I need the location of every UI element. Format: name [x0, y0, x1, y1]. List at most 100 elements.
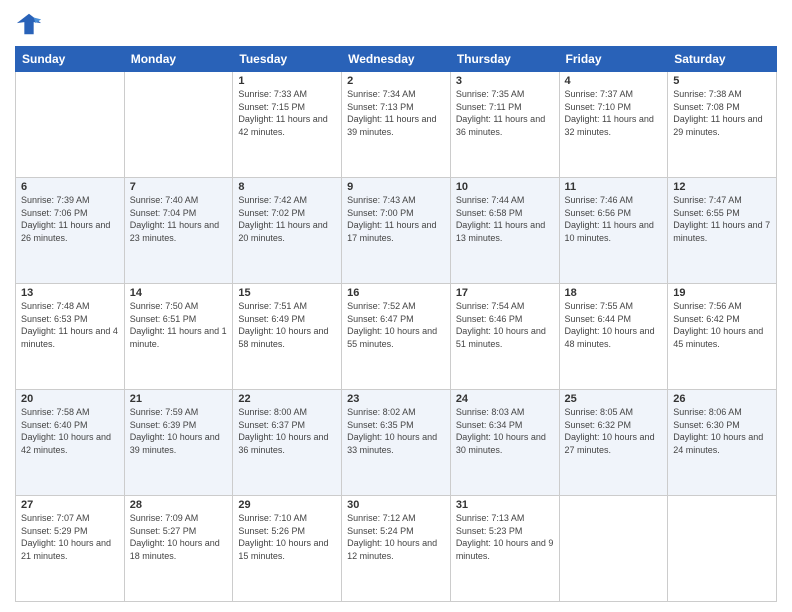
day-number: 25	[565, 393, 663, 405]
calendar-cell: 25Sunrise: 8:05 AM Sunset: 6:32 PM Dayli…	[559, 390, 668, 496]
day-info: Sunrise: 7:07 AM Sunset: 5:29 PM Dayligh…	[21, 512, 119, 562]
calendar-cell: 18Sunrise: 7:55 AM Sunset: 6:44 PM Dayli…	[559, 284, 668, 390]
weekday-header-monday: Monday	[124, 47, 233, 72]
day-info: Sunrise: 7:40 AM Sunset: 7:04 PM Dayligh…	[130, 194, 228, 244]
calendar-cell: 13Sunrise: 7:48 AM Sunset: 6:53 PM Dayli…	[16, 284, 125, 390]
day-number: 24	[456, 393, 554, 405]
calendar-cell: 1Sunrise: 7:33 AM Sunset: 7:15 PM Daylig…	[233, 72, 342, 178]
calendar-cell: 26Sunrise: 8:06 AM Sunset: 6:30 PM Dayli…	[668, 390, 777, 496]
calendar-cell: 9Sunrise: 7:43 AM Sunset: 7:00 PM Daylig…	[342, 178, 451, 284]
day-number: 21	[130, 393, 228, 405]
calendar-cell: 22Sunrise: 8:00 AM Sunset: 6:37 PM Dayli…	[233, 390, 342, 496]
calendar-cell: 20Sunrise: 7:58 AM Sunset: 6:40 PM Dayli…	[16, 390, 125, 496]
day-info: Sunrise: 7:34 AM Sunset: 7:13 PM Dayligh…	[347, 88, 445, 138]
day-number: 30	[347, 499, 445, 511]
day-info: Sunrise: 7:43 AM Sunset: 7:00 PM Dayligh…	[347, 194, 445, 244]
day-number: 14	[130, 287, 228, 299]
calendar-cell: 23Sunrise: 8:02 AM Sunset: 6:35 PM Dayli…	[342, 390, 451, 496]
day-info: Sunrise: 8:05 AM Sunset: 6:32 PM Dayligh…	[565, 406, 663, 456]
day-info: Sunrise: 7:12 AM Sunset: 5:24 PM Dayligh…	[347, 512, 445, 562]
day-number: 17	[456, 287, 554, 299]
day-info: Sunrise: 7:09 AM Sunset: 5:27 PM Dayligh…	[130, 512, 228, 562]
day-number: 31	[456, 499, 554, 511]
weekday-header-row: SundayMondayTuesdayWednesdayThursdayFrid…	[16, 47, 777, 72]
day-number: 3	[456, 75, 554, 87]
calendar-cell: 10Sunrise: 7:44 AM Sunset: 6:58 PM Dayli…	[450, 178, 559, 284]
calendar-cell: 21Sunrise: 7:59 AM Sunset: 6:39 PM Dayli…	[124, 390, 233, 496]
calendar-cell	[559, 496, 668, 602]
day-number: 1	[238, 75, 336, 87]
day-number: 9	[347, 181, 445, 193]
day-number: 7	[130, 181, 228, 193]
calendar-page: SundayMondayTuesdayWednesdayThursdayFrid…	[0, 0, 792, 612]
week-row-3: 13Sunrise: 7:48 AM Sunset: 6:53 PM Dayli…	[16, 284, 777, 390]
day-info: Sunrise: 8:00 AM Sunset: 6:37 PM Dayligh…	[238, 406, 336, 456]
day-number: 13	[21, 287, 119, 299]
day-number: 10	[456, 181, 554, 193]
day-info: Sunrise: 7:58 AM Sunset: 6:40 PM Dayligh…	[21, 406, 119, 456]
day-number: 27	[21, 499, 119, 511]
calendar-cell: 29Sunrise: 7:10 AM Sunset: 5:26 PM Dayli…	[233, 496, 342, 602]
calendar-cell	[668, 496, 777, 602]
week-row-2: 6Sunrise: 7:39 AM Sunset: 7:06 PM Daylig…	[16, 178, 777, 284]
day-info: Sunrise: 7:55 AM Sunset: 6:44 PM Dayligh…	[565, 300, 663, 350]
calendar-cell: 27Sunrise: 7:07 AM Sunset: 5:29 PM Dayli…	[16, 496, 125, 602]
day-info: Sunrise: 7:52 AM Sunset: 6:47 PM Dayligh…	[347, 300, 445, 350]
weekday-header-tuesday: Tuesday	[233, 47, 342, 72]
logo	[15, 10, 47, 38]
calendar-cell: 24Sunrise: 8:03 AM Sunset: 6:34 PM Dayli…	[450, 390, 559, 496]
day-number: 22	[238, 393, 336, 405]
day-number: 18	[565, 287, 663, 299]
calendar-cell: 2Sunrise: 7:34 AM Sunset: 7:13 PM Daylig…	[342, 72, 451, 178]
day-info: Sunrise: 8:06 AM Sunset: 6:30 PM Dayligh…	[673, 406, 771, 456]
calendar-cell	[16, 72, 125, 178]
calendar-cell: 8Sunrise: 7:42 AM Sunset: 7:02 PM Daylig…	[233, 178, 342, 284]
day-number: 26	[673, 393, 771, 405]
day-number: 19	[673, 287, 771, 299]
day-info: Sunrise: 7:33 AM Sunset: 7:15 PM Dayligh…	[238, 88, 336, 138]
calendar-cell: 14Sunrise: 7:50 AM Sunset: 6:51 PM Dayli…	[124, 284, 233, 390]
day-number: 23	[347, 393, 445, 405]
day-number: 2	[347, 75, 445, 87]
calendar-cell: 3Sunrise: 7:35 AM Sunset: 7:11 PM Daylig…	[450, 72, 559, 178]
calendar-cell: 11Sunrise: 7:46 AM Sunset: 6:56 PM Dayli…	[559, 178, 668, 284]
day-info: Sunrise: 8:03 AM Sunset: 6:34 PM Dayligh…	[456, 406, 554, 456]
calendar-cell: 7Sunrise: 7:40 AM Sunset: 7:04 PM Daylig…	[124, 178, 233, 284]
day-number: 6	[21, 181, 119, 193]
day-info: Sunrise: 7:37 AM Sunset: 7:10 PM Dayligh…	[565, 88, 663, 138]
calendar-cell: 28Sunrise: 7:09 AM Sunset: 5:27 PM Dayli…	[124, 496, 233, 602]
calendar-cell: 31Sunrise: 7:13 AM Sunset: 5:23 PM Dayli…	[450, 496, 559, 602]
day-number: 16	[347, 287, 445, 299]
calendar-cell: 30Sunrise: 7:12 AM Sunset: 5:24 PM Dayli…	[342, 496, 451, 602]
calendar-table: SundayMondayTuesdayWednesdayThursdayFrid…	[15, 46, 777, 602]
day-info: Sunrise: 7:46 AM Sunset: 6:56 PM Dayligh…	[565, 194, 663, 244]
day-number: 12	[673, 181, 771, 193]
day-info: Sunrise: 7:56 AM Sunset: 6:42 PM Dayligh…	[673, 300, 771, 350]
day-info: Sunrise: 7:50 AM Sunset: 6:51 PM Dayligh…	[130, 300, 228, 350]
week-row-5: 27Sunrise: 7:07 AM Sunset: 5:29 PM Dayli…	[16, 496, 777, 602]
weekday-header-sunday: Sunday	[16, 47, 125, 72]
day-number: 8	[238, 181, 336, 193]
day-number: 29	[238, 499, 336, 511]
day-number: 5	[673, 75, 771, 87]
day-info: Sunrise: 7:42 AM Sunset: 7:02 PM Dayligh…	[238, 194, 336, 244]
day-info: Sunrise: 7:35 AM Sunset: 7:11 PM Dayligh…	[456, 88, 554, 138]
logo-icon	[15, 10, 43, 38]
calendar-cell: 5Sunrise: 7:38 AM Sunset: 7:08 PM Daylig…	[668, 72, 777, 178]
calendar-cell: 19Sunrise: 7:56 AM Sunset: 6:42 PM Dayli…	[668, 284, 777, 390]
day-info: Sunrise: 7:51 AM Sunset: 6:49 PM Dayligh…	[238, 300, 336, 350]
week-row-4: 20Sunrise: 7:58 AM Sunset: 6:40 PM Dayli…	[16, 390, 777, 496]
calendar-cell: 12Sunrise: 7:47 AM Sunset: 6:55 PM Dayli…	[668, 178, 777, 284]
day-info: Sunrise: 7:13 AM Sunset: 5:23 PM Dayligh…	[456, 512, 554, 562]
weekday-header-saturday: Saturday	[668, 47, 777, 72]
calendar-cell: 17Sunrise: 7:54 AM Sunset: 6:46 PM Dayli…	[450, 284, 559, 390]
calendar-cell: 6Sunrise: 7:39 AM Sunset: 7:06 PM Daylig…	[16, 178, 125, 284]
day-number: 4	[565, 75, 663, 87]
day-info: Sunrise: 7:38 AM Sunset: 7:08 PM Dayligh…	[673, 88, 771, 138]
day-info: Sunrise: 7:47 AM Sunset: 6:55 PM Dayligh…	[673, 194, 771, 244]
day-info: Sunrise: 7:10 AM Sunset: 5:26 PM Dayligh…	[238, 512, 336, 562]
day-number: 20	[21, 393, 119, 405]
day-info: Sunrise: 7:48 AM Sunset: 6:53 PM Dayligh…	[21, 300, 119, 350]
day-info: Sunrise: 7:44 AM Sunset: 6:58 PM Dayligh…	[456, 194, 554, 244]
day-number: 11	[565, 181, 663, 193]
